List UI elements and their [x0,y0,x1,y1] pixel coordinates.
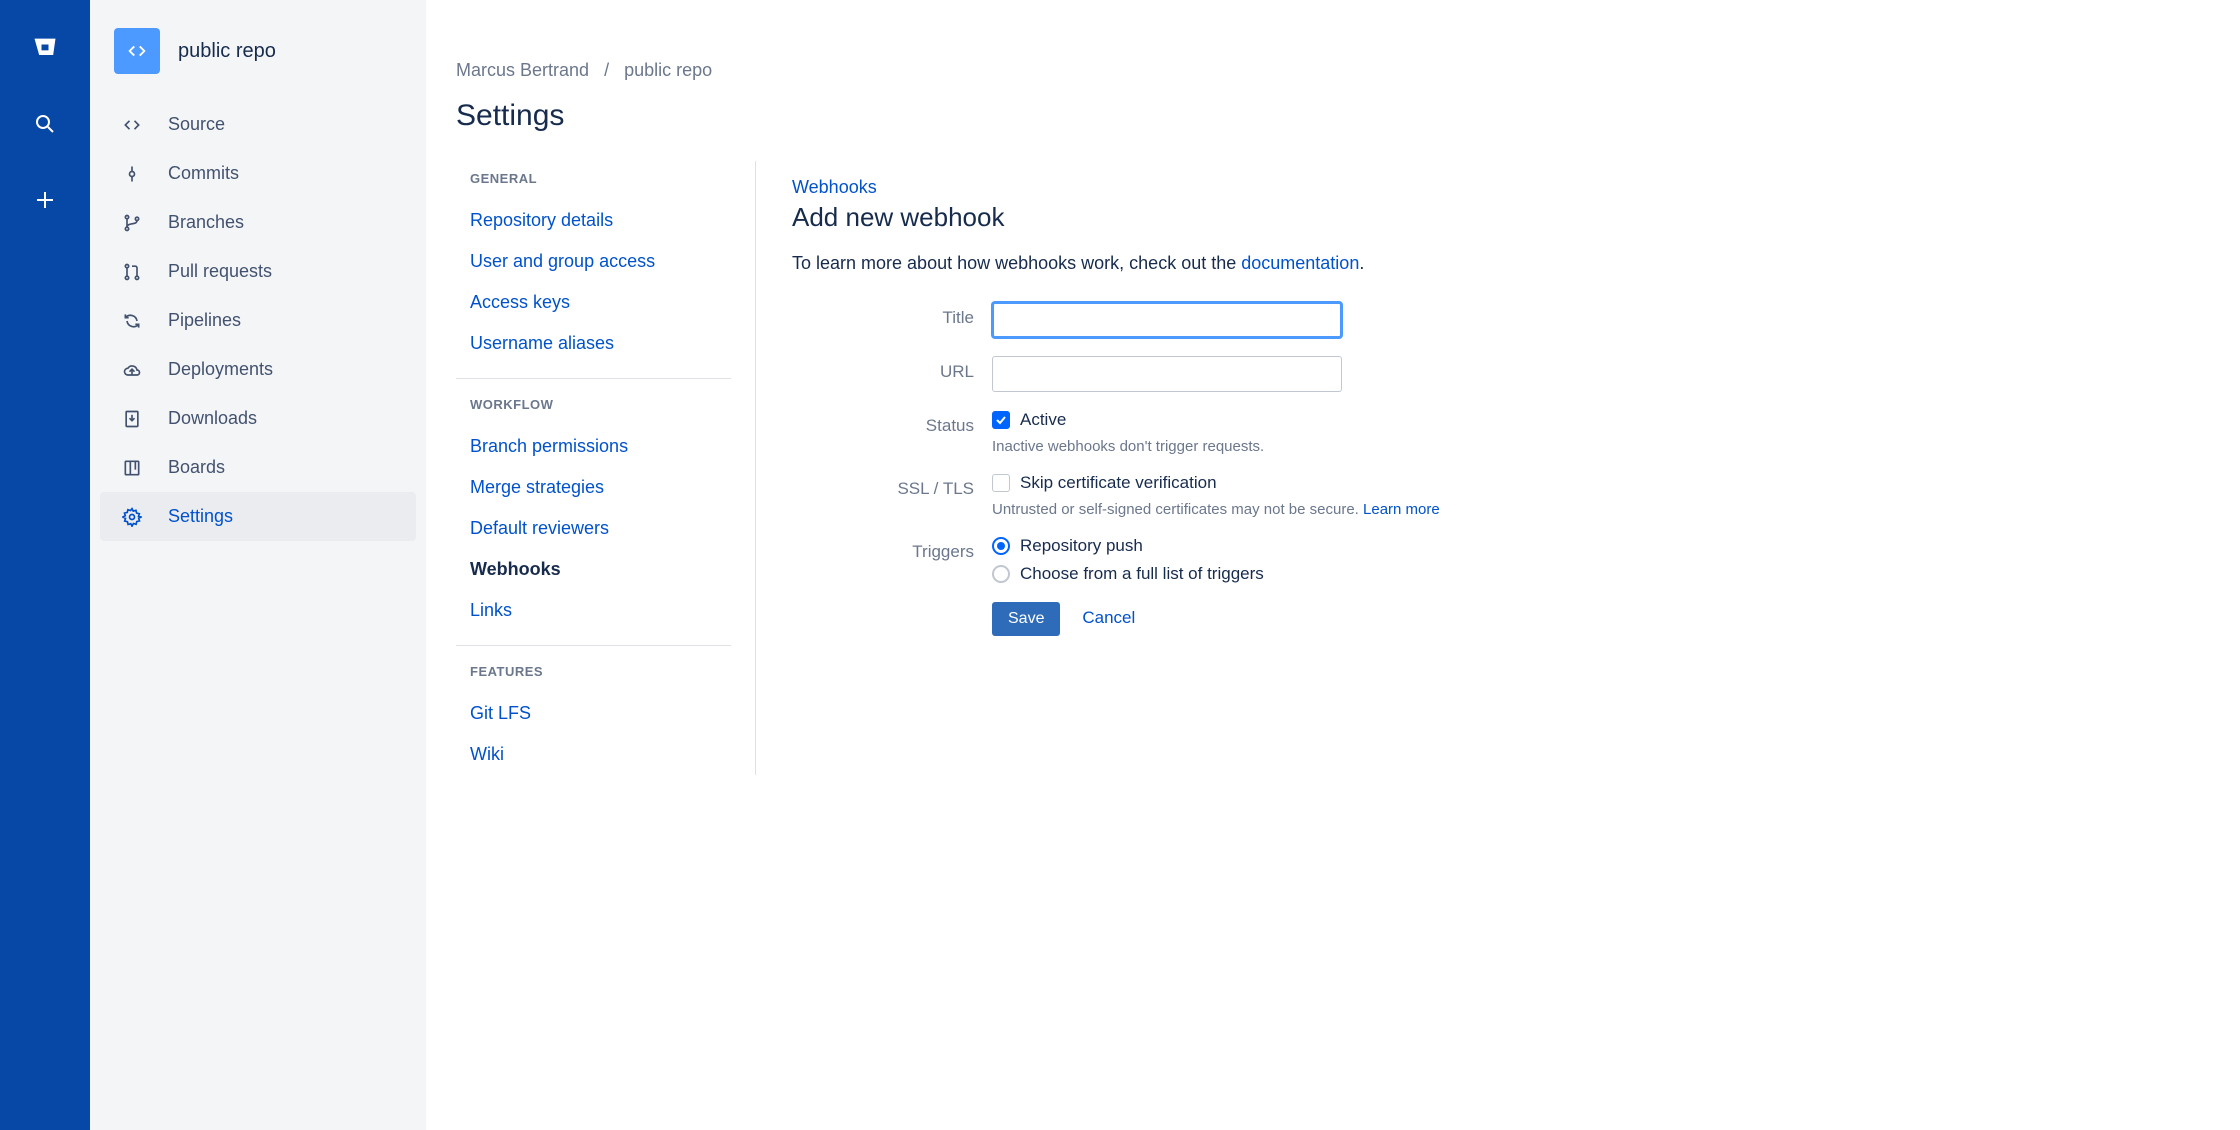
status-checkbox[interactable] [992,411,1010,429]
ssl-option-label: Skip certificate verification [1020,473,1217,493]
page-title: Settings [456,99,2200,133]
nav-branches[interactable]: Branches [100,198,416,247]
save-button[interactable]: Save [992,602,1060,636]
nav-label: Downloads [168,408,257,429]
pull-request-icon [120,262,144,282]
nav-boards[interactable]: Boards [100,443,416,492]
gear-icon [120,507,144,527]
breadcrumb-repo[interactable]: public repo [624,60,712,80]
nav-label: Source [168,114,225,135]
settings-group-workflow: WORKFLOW [470,397,731,412]
breadcrumb-owner[interactable]: Marcus Bertrand [456,60,589,80]
divider [456,378,731,379]
settings-group-general: GENERAL [470,171,731,186]
nav-commits[interactable]: Commits [100,149,416,198]
nav-label: Commits [168,163,239,184]
content: Webhooks Add new webhook To learn more a… [756,161,2200,775]
board-icon [120,458,144,478]
breadcrumb-separator: / [604,60,609,80]
settings-nav: GENERAL Repository details User and grou… [456,161,756,775]
pipeline-icon [120,311,144,331]
title-label: Title [792,302,992,328]
main: Marcus Bertrand / public repo Settings G… [426,0,2240,1130]
repo-sidebar: public repo Source Commits Branches Pull… [90,0,426,1130]
ssl-label: SSL / TLS [792,473,992,499]
cancel-button[interactable]: Cancel [1082,608,1135,628]
url-label: URL [792,356,992,382]
cloud-upload-icon [120,360,144,380]
documentation-link[interactable]: documentation [1241,253,1359,273]
status-option-label: Active [1020,410,1066,430]
repo-name[interactable]: public repo [178,40,276,63]
trigger-label-full-list: Choose from a full list of triggers [1020,564,1264,584]
nav-label: Boards [168,457,225,478]
settings-link-user-group-access[interactable]: User and group access [456,241,731,282]
trigger-radio-full-list[interactable] [992,565,1010,583]
search-icon[interactable] [27,106,63,142]
ssl-hint: Untrusted or self-signed certificates ma… [992,501,1440,518]
url-input[interactable] [992,356,1342,392]
trigger-radio-repo-push[interactable] [992,537,1010,555]
bitbucket-logo-icon[interactable] [27,30,63,66]
repo-avatar-icon [114,28,160,74]
settings-link-username-aliases[interactable]: Username aliases [456,323,731,364]
help-text: To learn more about how webhooks work, c… [792,253,2200,274]
settings-link-default-reviewers[interactable]: Default reviewers [456,508,731,549]
content-heading: Add new webhook [792,202,2200,233]
commit-icon [120,164,144,184]
nav-pullrequests[interactable]: Pull requests [100,247,416,296]
help-prefix: To learn more about how webhooks work, c… [792,253,1241,273]
nav-label: Deployments [168,359,273,380]
nav-label: Pipelines [168,310,241,331]
settings-link-wiki[interactable]: Wiki [456,734,731,775]
nav-deployments[interactable]: Deployments [100,345,416,394]
trigger-label-repo-push: Repository push [1020,536,1143,556]
plus-icon[interactable] [27,182,63,218]
download-icon [120,409,144,429]
nav-pipelines[interactable]: Pipelines [100,296,416,345]
nav-source[interactable]: Source [100,100,416,149]
settings-link-merge-strategies[interactable]: Merge strategies [456,467,731,508]
settings-group-features: FEATURES [470,664,731,679]
branch-icon [120,213,144,233]
nav-label: Branches [168,212,244,233]
settings-link-branch-permissions[interactable]: Branch permissions [456,426,731,467]
global-nav [0,0,90,1130]
help-suffix: . [1359,253,1364,273]
nav-settings[interactable]: Settings [100,492,416,541]
title-input[interactable] [992,302,1342,338]
webhooks-parent-link[interactable]: Webhooks [792,177,2200,198]
settings-link-access-keys[interactable]: Access keys [456,282,731,323]
settings-link-webhooks[interactable]: Webhooks [456,549,731,590]
code-icon [120,115,144,135]
settings-link-links[interactable]: Links [456,590,731,631]
settings-link-repo-details[interactable]: Repository details [456,200,731,241]
repo-header: public repo [90,28,426,94]
status-hint: Inactive webhooks don't trigger requests… [992,438,1264,455]
nav-label: Pull requests [168,261,272,282]
repo-nav: Source Commits Branches Pull requests Pi… [90,94,426,547]
ssl-checkbox[interactable] [992,474,1010,492]
breadcrumb: Marcus Bertrand / public repo [456,60,2200,81]
nav-label: Settings [168,506,233,527]
nav-downloads[interactable]: Downloads [100,394,416,443]
triggers-label: Triggers [792,536,992,562]
settings-link-git-lfs[interactable]: Git LFS [456,693,731,734]
ssl-learn-more-link[interactable]: Learn more [1363,501,1440,518]
ssl-hint-text: Untrusted or self-signed certificates ma… [992,501,1363,518]
status-label: Status [792,410,992,436]
divider [456,645,731,646]
